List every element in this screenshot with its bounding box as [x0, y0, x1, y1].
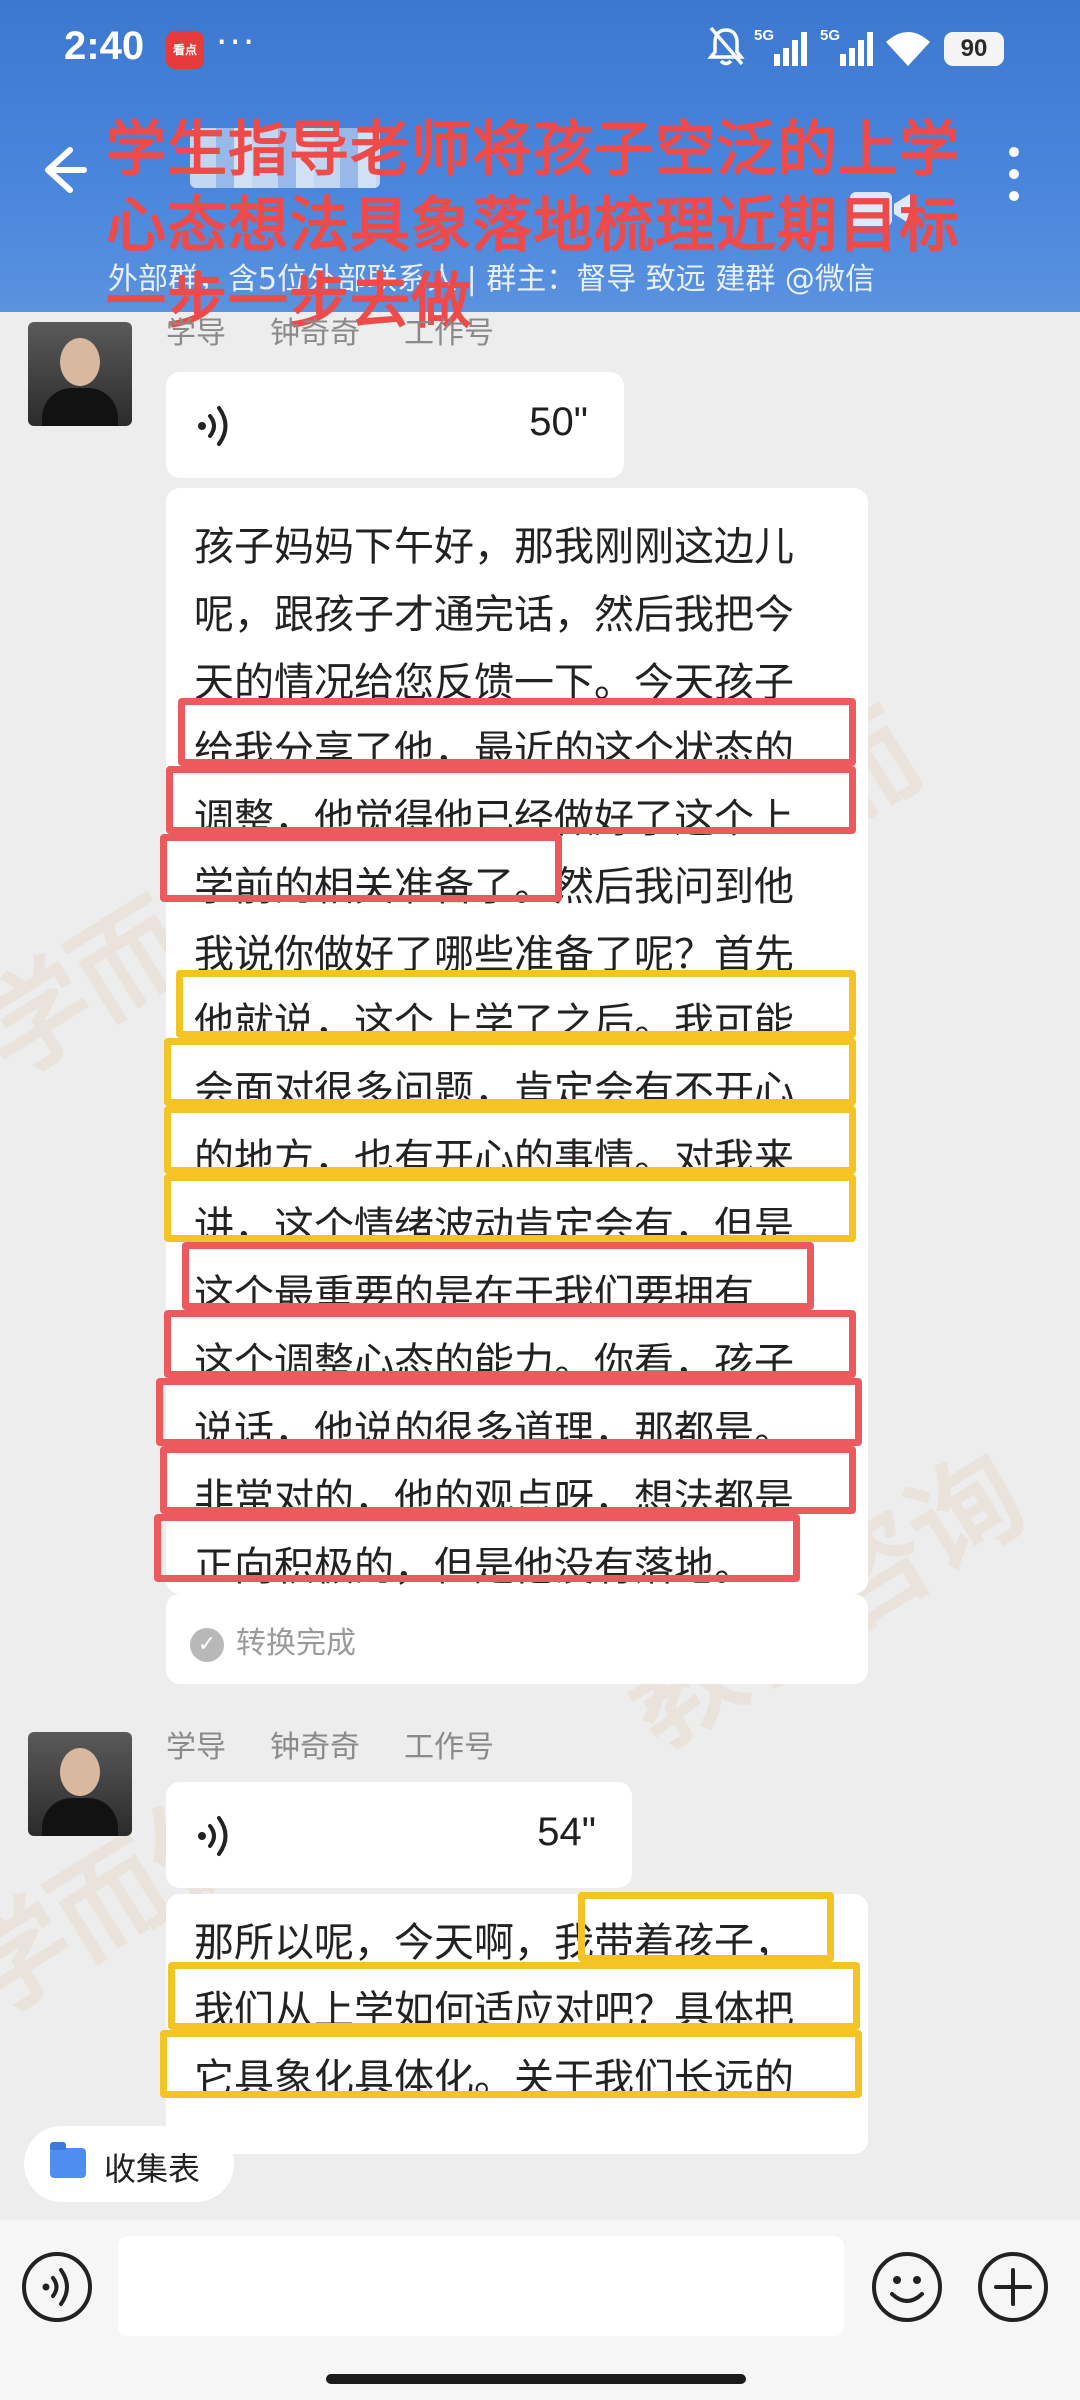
transcript-line: 孩子妈妈下午好，那我刚刚这边儿: [194, 524, 794, 570]
avatar[interactable]: [28, 322, 132, 426]
transcript-bubble[interactable]: 孩子妈妈下午好，那我刚刚这边儿 呢，跟孩子才通完话，然后我把今 天的情况给您反馈…: [166, 488, 868, 1594]
transcript-line: 非常对的，他的观点呀，想法都是: [194, 1476, 794, 1522]
plus-icon[interactable]: [976, 2250, 1050, 2324]
signal-icon: 5G: [820, 27, 873, 66]
chat-area[interactable]: 学而优 学而 教育咨询 学而优 学导钟奇奇工作号 50" 孩子妈妈下午好，那我刚…: [0, 312, 1080, 2154]
voice-message[interactable]: 50": [166, 372, 624, 478]
annotation-title-line: 心态想法具象落地梳理近期目标: [106, 191, 960, 261]
voice-duration: 50": [529, 400, 588, 444]
transcript-line: 我们从上学如何适应对吧？具体把: [194, 1988, 794, 2034]
transcript-line: 调整，他觉得他已经做好了这个上: [194, 796, 794, 842]
message-input[interactable]: [118, 2236, 844, 2336]
bell-muted-icon: [707, 26, 745, 66]
voice-message[interactable]: 54": [166, 1782, 632, 1888]
voice-wave-icon: [198, 406, 228, 446]
wifi-icon: [886, 32, 930, 66]
transcript-line: 它具象化具体化。关于我们长远的: [194, 2056, 794, 2102]
transcript-line: 的地方，也有开心的事情。对我来: [194, 1136, 794, 1182]
folder-icon: [50, 2142, 86, 2178]
chat-header: 2:40 看点 ··· 5G 5G 90 外部群，含5位外部联系人 | 群主：督…: [0, 0, 1080, 337]
voice-duration: 54": [537, 1810, 596, 1854]
transcript-footer: ✓ 转换完成: [166, 1594, 868, 1684]
voice-input-icon[interactable]: [20, 2250, 94, 2324]
collection-form-button[interactable]: 收集表: [24, 2126, 234, 2202]
sender-name: 钟奇奇: [270, 1730, 360, 1765]
battery-indicator: 90: [944, 32, 1004, 66]
more-vertical-icon[interactable]: [1000, 144, 1028, 204]
transcript-line: 他就说，这个上学了之后。我可能: [194, 1000, 794, 1046]
sender-role: 学导: [166, 1730, 226, 1765]
transcript-line: 我说你做好了哪些准备了呢？首先: [194, 932, 794, 978]
transcript-line: 正向积极的，但是他没有落地。: [194, 1544, 754, 1590]
transcript-line: 呢，跟孩子才通完话，然后我把今: [194, 592, 794, 638]
svg-text:5G: 5G: [820, 27, 840, 44]
status-label: 转换完成: [236, 1626, 356, 1661]
collection-form-label: 收集表: [104, 2150, 201, 2188]
check-icon: ✓: [190, 1627, 224, 1662]
transcript-line: 那所以呢，今天啊，我带着孩子，: [194, 1920, 794, 1966]
emoji-icon[interactable]: [870, 2250, 944, 2324]
sender-tag: 工作号: [404, 316, 494, 351]
more-notifications-icon: ···: [216, 22, 257, 63]
svg-text:5G: 5G: [754, 27, 774, 44]
status-time: 2:40: [64, 24, 145, 68]
voice-wave-icon: [198, 1816, 228, 1856]
transcript-line: 说话，他说的很多道理，那都是。: [194, 1408, 794, 1454]
annotation-title: 学生指导老师将孩子空泛的上学 心态想法具象落地梳理近期目标 一步一步去做: [106, 112, 986, 340]
sender-role: 学导: [166, 316, 226, 351]
sender-info: 学导 钟奇奇 工作号: [166, 308, 538, 352]
app-notification-icon: 看点: [166, 31, 204, 69]
sender-tag: 工作号: [404, 1730, 494, 1765]
transcript-line: 会面对很多问题，肯定会有不开心: [194, 1068, 794, 1114]
transcript-line: 这个最重要的是在于我们要拥有: [194, 1272, 754, 1318]
transcript-line: 天的情况给您反馈一下。今天孩子: [194, 660, 794, 706]
home-indicator[interactable]: [326, 2374, 746, 2384]
avatar[interactable]: [28, 1732, 132, 1836]
sender-info: 学导 钟奇奇 工作号: [166, 1722, 538, 1766]
transcript-line: 讲，这个情绪波动肯定会有，但是: [194, 1204, 794, 1250]
input-bar: [0, 2220, 1080, 2400]
signal-icon: 5G: [754, 27, 807, 66]
status-bar: 2:40 看点 ··· 5G 5G 90: [0, 0, 1080, 100]
transcript-line: 学前的相关准备了。然后我问到他: [194, 864, 794, 910]
annotation-title-line: 学生指导老师将孩子空泛的上学: [106, 115, 960, 185]
transcript-line: 这个调整心态的能力。你看，孩子: [194, 1340, 794, 1386]
transcription-status: ✓ 转换完成: [190, 1618, 356, 1662]
transcript-line: 给我分享了他，最近的这个状态的: [194, 728, 794, 774]
sender-name: 钟奇奇: [270, 316, 360, 351]
arrow-left-icon[interactable]: [30, 140, 90, 200]
transcript-bubble[interactable]: 那所以呢，今天啊，我带着孩子， 我们从上学如何适应对吧？具体把 它具象化具体化。…: [166, 1894, 868, 2154]
